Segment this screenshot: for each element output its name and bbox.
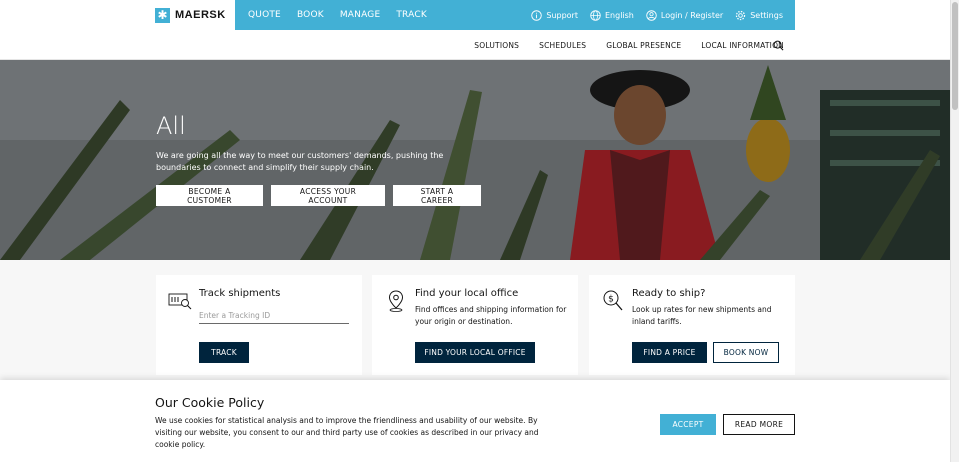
hero-banner: All We are going all the way to meet our… — [0, 60, 950, 260]
nav-global-presence[interactable]: GLOBAL PRESENCE — [606, 41, 681, 50]
nav-manage[interactable]: MANAGE — [340, 10, 381, 20]
book-now-button[interactable]: BOOK NOW — [713, 342, 779, 363]
cookie-text: We use cookies for statistical analysis … — [155, 416, 539, 449]
gear-icon — [736, 10, 746, 20]
secondary-nav-items: SOLUTIONS SCHEDULES GLOBAL PRESENCE LOCA… — [454, 30, 784, 60]
scrollbar-thumb[interactable] — [952, 2, 958, 110]
map-pin-icon — [388, 290, 404, 312]
cookie-banner: Our Cookie Policy We use cookies for sta… — [0, 380, 950, 462]
access-account-button[interactable]: ACCESS YOUR ACCOUNT — [271, 185, 385, 206]
hero-text: We are going all the way to meet our cus… — [156, 151, 444, 172]
main-nav-bar: QUOTE BOOK MANAGE TRACK Support English … — [235, 0, 795, 30]
maersk-logo[interactable]: ✱ MAERSK — [155, 0, 235, 30]
local-office-card: Find your local office Find offices and … — [372, 275, 578, 375]
ready-to-ship-card: $ Ready to ship? Look up rates for new s… — [589, 275, 795, 375]
local-office-card-title: Find your local office — [415, 288, 519, 299]
become-customer-button[interactable]: BECOME A CUSTOMER — [156, 185, 263, 206]
hero-buttons: BECOME A CUSTOMER ACCESS YOUR ACCOUNT ST… — [156, 185, 481, 206]
user-icon — [646, 9, 657, 21]
ready-to-ship-card-title: Ready to ship? — [632, 288, 706, 299]
svg-text:$: $ — [608, 295, 614, 305]
globe-icon — [590, 9, 601, 21]
price-search-icon: $ — [603, 290, 623, 311]
login-link[interactable]: Login / Register — [646, 9, 724, 21]
settings-label: Settings — [750, 10, 783, 20]
utility-nav: Support English Login / Register Setting… — [519, 9, 783, 21]
hero-title: All — [156, 112, 186, 140]
language-label: English — [604, 10, 634, 20]
nav-local-information[interactable]: LOCAL INFORMATION — [701, 41, 784, 50]
track-card-title: Track shipments — [199, 288, 281, 299]
support-link[interactable]: Support — [531, 9, 578, 21]
nav-track[interactable]: TRACK — [396, 10, 427, 20]
login-label: Login / Register — [660, 10, 724, 20]
local-office-card-desc: Find offices and shipping information fo… — [415, 305, 567, 326]
main-nav: QUOTE BOOK MANAGE TRACK — [248, 10, 443, 20]
track-card: Track shipments TRACK — [156, 275, 362, 375]
language-selector[interactable]: English — [590, 9, 634, 21]
support-label: Support — [546, 10, 578, 20]
page-scrollbar[interactable] — [950, 0, 959, 462]
nav-schedules[interactable]: SCHEDULES — [539, 41, 586, 50]
ready-to-ship-card-desc: Look up rates for new shipments and inla… — [632, 305, 772, 326]
logo-text: MAERSK — [175, 9, 226, 21]
track-button[interactable]: TRACK — [199, 342, 249, 363]
find-local-office-button[interactable]: FIND YOUR LOCAL OFFICE — [415, 342, 535, 363]
read-more-button[interactable]: READ MORE — [723, 414, 795, 435]
barcode-search-icon — [168, 293, 192, 310]
top-header: ✱ MAERSK QUOTE BOOK MANAGE TRACK Support… — [0, 0, 950, 30]
info-icon — [531, 9, 543, 21]
find-price-button[interactable]: FIND A PRICE — [632, 342, 707, 363]
star-logo-icon: ✱ — [155, 7, 170, 23]
cookie-title: Our Cookie Policy — [155, 395, 265, 410]
nav-solutions[interactable]: SOLUTIONS — [474, 41, 519, 50]
nav-quote[interactable]: QUOTE — [248, 10, 281, 20]
secondary-nav: SOLUTIONS SCHEDULES GLOBAL PRESENCE LOCA… — [0, 30, 950, 60]
accept-cookies-button[interactable]: ACCEPT — [660, 414, 716, 435]
start-career-button[interactable]: START A CAREER — [393, 185, 481, 206]
nav-book[interactable]: BOOK — [297, 10, 324, 20]
tracking-id-input[interactable] — [199, 307, 349, 324]
search-icon[interactable] — [773, 40, 784, 51]
settings-link[interactable]: Settings — [735, 10, 783, 21]
